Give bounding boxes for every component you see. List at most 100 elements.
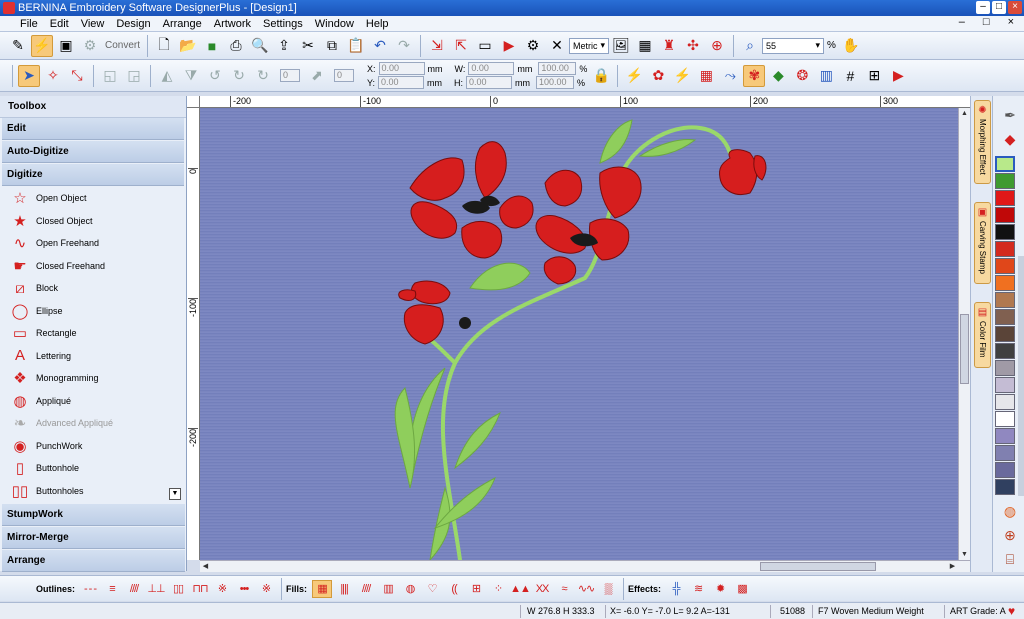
design-canvas[interactable]	[200, 108, 958, 560]
menu-help[interactable]: Help	[360, 18, 395, 30]
tab-carving-stamp[interactable]: ▣ Carving Stamp	[974, 202, 991, 284]
color-swatch[interactable]	[995, 462, 1015, 478]
color-swatch[interactable]	[995, 411, 1015, 427]
tool-advanced-applique[interactable]: ❧ Advanced Appliqué	[0, 412, 186, 435]
menu-design[interactable]: Design	[110, 18, 156, 30]
fill-radial-icon[interactable]: ◍	[400, 580, 420, 598]
tool-buttonholes[interactable]: ▯▯ Buttonholes	[0, 480, 186, 503]
color-swatch[interactable]	[995, 445, 1015, 461]
fill-pattern-icon[interactable]: ▦	[695, 65, 717, 87]
color-fill-icon[interactable]: ◆	[999, 128, 1021, 150]
fill-stripes-icon[interactable]: ////	[356, 580, 376, 598]
color-swatch[interactable]	[995, 326, 1015, 342]
rotate-angle-field[interactable]: 0	[280, 69, 300, 82]
hoop-icon[interactable]: ▭	[474, 35, 496, 57]
scroll-right-icon[interactable]: ▶	[947, 561, 958, 572]
export-icon[interactable]: ⇪	[273, 35, 295, 57]
tool-buttonhole[interactable]: ▯ Buttonhole	[0, 457, 186, 480]
lifebuoy-icon[interactable]: ⊕	[706, 35, 728, 57]
vertical-scroll-thumb[interactable]	[960, 314, 969, 384]
satin-auto-icon[interactable]: ⚡	[623, 65, 645, 87]
mirror-horizontal-icon[interactable]: ◭	[156, 65, 178, 87]
skew-angle-field[interactable]: 0	[334, 69, 354, 82]
mdi-restore-button[interactable]: □	[977, 16, 996, 28]
category-arrange[interactable]: Arrange	[2, 550, 185, 572]
tool-monogramming[interactable]: ❖ Monogramming	[0, 367, 186, 390]
open-file-icon[interactable]: 📂	[177, 35, 199, 57]
outline-dot-icon[interactable]: •••	[234, 580, 254, 598]
outline-cross-icon[interactable]: ※	[212, 580, 232, 598]
h-percent-field[interactable]: 100.00	[536, 76, 575, 89]
outline-triple-icon[interactable]: ≡	[102, 580, 122, 598]
category-mirror-merge[interactable]: Mirror-Merge	[2, 527, 185, 549]
outline-blanket-icon[interactable]: ⊥⊥	[146, 580, 166, 598]
color-swatch[interactable]	[995, 224, 1015, 240]
star-shape-icon[interactable]: ✿	[647, 65, 669, 87]
y-field[interactable]: 0.00	[378, 76, 425, 89]
fill-cross-icon[interactable]: ⊞	[466, 580, 486, 598]
menu-settings[interactable]: Settings	[257, 18, 309, 30]
maximize-button[interactable]: □	[992, 1, 1006, 14]
fill-zigzag-icon[interactable]: ≈	[554, 580, 574, 598]
scroll-left-icon[interactable]: ◀	[200, 561, 211, 572]
export-machine-icon[interactable]: ⇱	[450, 35, 472, 57]
w-percent-field[interactable]: 100.00	[538, 62, 577, 75]
rotate-left-icon[interactable]: ↺	[204, 65, 226, 87]
tool-closed-freehand[interactable]: ☛ Closed Freehand	[0, 255, 186, 278]
redo-icon[interactable]: ↷	[393, 35, 415, 57]
hash-grid-icon[interactable]: #	[839, 65, 861, 87]
color-swatch[interactable]	[995, 156, 1015, 172]
tool-lettering[interactable]: A Lettering	[0, 345, 186, 368]
menu-window[interactable]: Window	[309, 18, 360, 30]
category-stumpwork[interactable]: StumpWork	[2, 504, 185, 526]
menu-file[interactable]: File	[14, 18, 44, 30]
skew-icon[interactable]: ⬈	[306, 65, 328, 87]
toolbox-scroll-down-button[interactable]: ▼	[169, 488, 181, 500]
color-swatch[interactable]	[995, 343, 1015, 359]
horizontal-scrollbar[interactable]: ◀ ▶	[200, 560, 970, 572]
stitch-effects-icon[interactable]: ⚡	[671, 65, 693, 87]
artwork-mode-icon[interactable]: ⚡	[31, 34, 53, 57]
category-digitize[interactable]: Digitize	[2, 164, 184, 186]
mirror-vertical-icon[interactable]: ⧩	[180, 65, 202, 87]
stitch-simulator-icon[interactable]: ▶	[887, 65, 909, 87]
minimize-button[interactable]: –	[976, 1, 990, 14]
color-swatch[interactable]	[995, 377, 1015, 393]
color-swatch[interactable]	[995, 394, 1015, 410]
color-swatch[interactable]	[995, 275, 1015, 291]
flower-motif-icon[interactable]: ✾	[743, 64, 766, 87]
color-swatch[interactable]	[995, 241, 1015, 257]
mdi-close-button[interactable]: ×	[1002, 16, 1020, 28]
outline-bean-icon[interactable]: ▯▯	[168, 580, 188, 598]
menu-edit[interactable]: Edit	[44, 18, 75, 30]
color-swatch[interactable]	[995, 207, 1015, 223]
vertical-scrollbar[interactable]: ▲ ▼	[958, 108, 970, 560]
tools-icon[interactable]: ✕	[546, 35, 568, 57]
color-swatch[interactable]	[995, 292, 1015, 308]
fill-satin-icon[interactable]: ||||	[334, 580, 354, 598]
menu-view[interactable]: View	[75, 18, 111, 30]
scroll-up-icon[interactable]: ▲	[959, 108, 970, 119]
design-view-icon[interactable]: ▣	[55, 35, 77, 57]
snap-grid-icon[interactable]: ⊞	[863, 65, 885, 87]
outline-running-icon[interactable]: - - -	[80, 580, 100, 598]
fill-tatami-icon[interactable]: ▦	[312, 579, 333, 598]
effect-wave-icon[interactable]: ≋	[688, 580, 708, 598]
transform-arrow-icon[interactable]: ⤳	[719, 65, 741, 87]
rotate-right-icon[interactable]: ↻	[228, 65, 250, 87]
proportion-lock-icon[interactable]: 🔒	[590, 65, 612, 87]
color-swatch[interactable]	[995, 479, 1015, 495]
pinwheel-icon[interactable]: ✣	[682, 35, 704, 57]
tab-color-film[interactable]: ▤ Color Film	[974, 302, 991, 368]
h-field[interactable]: 0.00	[466, 76, 513, 89]
category-auto-digitize[interactable]: Auto-Digitize	[2, 141, 184, 163]
fill-spiral-icon[interactable]: ((	[444, 580, 464, 598]
tool-rectangle[interactable]: ▭ Rectangle	[0, 322, 186, 345]
color-wheel-icon[interactable]: ◍	[999, 500, 1021, 522]
tool-punchwork[interactable]: ◉ PunchWork	[0, 435, 186, 458]
pan-hand-icon[interactable]: ✋	[840, 35, 862, 57]
fill-contour-icon[interactable]: ♡	[422, 580, 442, 598]
tool-open-object[interactable]: ☆ Open Object	[0, 187, 186, 210]
color-objects-icon[interactable]: ◆	[767, 65, 789, 87]
category-edit[interactable]: Edit	[2, 118, 184, 140]
